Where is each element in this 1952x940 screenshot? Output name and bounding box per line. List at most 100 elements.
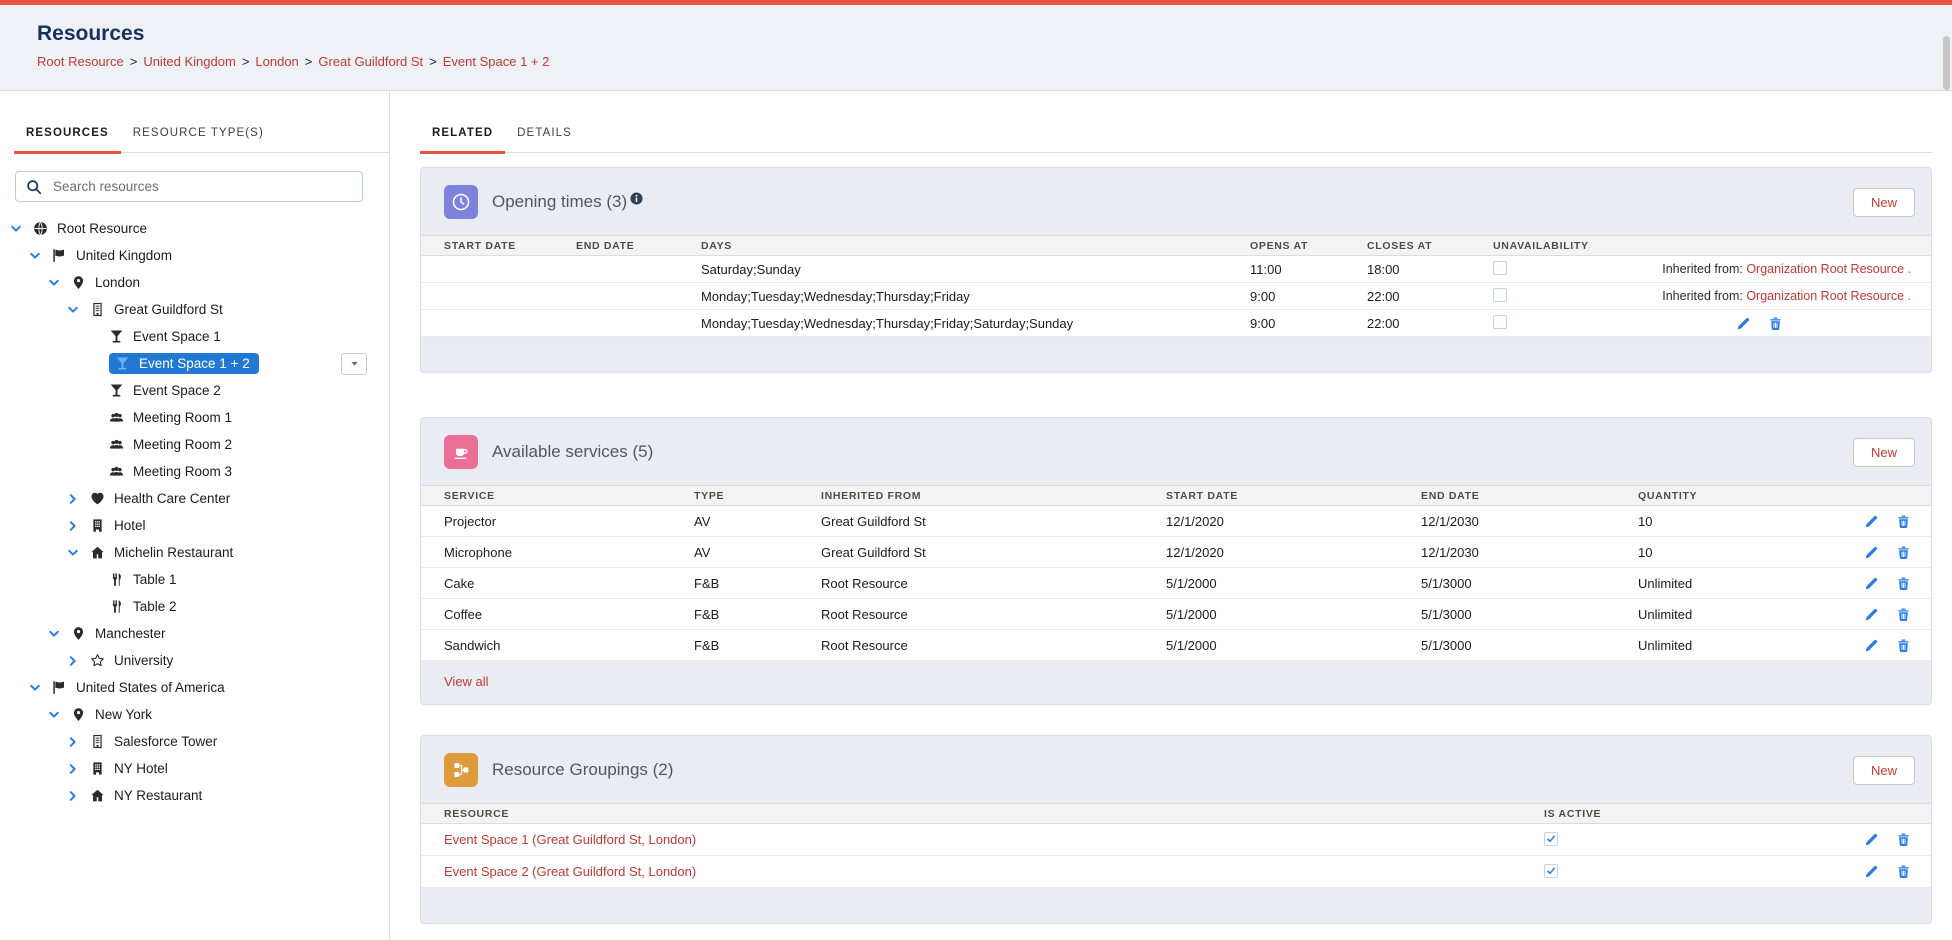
breadcrumb-link-event-space-1-2[interactable]: Event Space 1 + 2 — [443, 54, 550, 69]
tree-item-great-guildford-st[interactable]: Great Guildford St — [0, 296, 389, 323]
people-icon — [109, 464, 126, 479]
chevron-right-icon[interactable] — [67, 736, 90, 748]
delete-button[interactable] — [1768, 316, 1783, 331]
tree-item-meeting-room-2[interactable]: Meeting Room 2 — [0, 431, 389, 458]
chevron-down-icon[interactable] — [67, 547, 90, 559]
view-all-link[interactable]: View all — [444, 674, 489, 689]
search-box — [15, 171, 363, 202]
resource-link[interactable]: Event Space 1 (Great Guildford St, Londo… — [444, 832, 696, 847]
column-header-service: SERVICE — [444, 490, 694, 502]
tree-item-event-space-1[interactable]: Event Space 1 — [0, 323, 389, 350]
breadcrumb-link-root-resource[interactable]: Root Resource — [37, 54, 124, 69]
delete-button[interactable] — [1896, 514, 1911, 529]
tree-item-ny-restaurant[interactable]: NY Restaurant — [0, 782, 389, 809]
tree-item-meeting-room-1[interactable]: Meeting Room 1 — [0, 404, 389, 431]
inherited-note-prefix: Inherited from: — [1662, 289, 1746, 303]
row-actions — [1821, 864, 1911, 879]
edit-button[interactable] — [1864, 832, 1879, 847]
clock-icon — [444, 185, 478, 219]
breadcrumb-link-great-guildford-st[interactable]: Great Guildford St — [318, 54, 423, 69]
column-header-start-date: START DATE — [444, 240, 576, 252]
new-button[interactable]: New — [1853, 438, 1915, 467]
card-title: Resource Groupings (2) — [492, 760, 673, 780]
tree-item-event-space-2[interactable]: Event Space 2 — [0, 377, 389, 404]
tree-item-health-care-center[interactable]: Health Care Center — [0, 485, 389, 512]
edit-button[interactable] — [1864, 607, 1879, 622]
tree-item-ny-hotel[interactable]: NY Hotel — [0, 755, 389, 782]
tab-related[interactable]: RELATED — [420, 127, 505, 152]
card-title: Opening times (3) — [492, 192, 627, 212]
tree-item-menu-button[interactable] — [341, 353, 367, 375]
tree-item-root-resource[interactable]: Root Resource — [0, 215, 389, 242]
inherited-note: Inherited from: Organization Root Resour… — [1662, 289, 1911, 303]
vertical-scrollbar-thumb[interactable] — [1943, 36, 1950, 90]
edit-button[interactable] — [1864, 864, 1879, 879]
edit-button[interactable] — [1864, 545, 1879, 560]
tree-item-meeting-room-3[interactable]: Meeting Room 3 — [0, 458, 389, 485]
start-date-cell: 12/1/2020 — [1166, 514, 1421, 529]
checkbox-unchecked[interactable] — [1493, 315, 1507, 329]
tab-details[interactable]: DETAILS — [505, 127, 584, 152]
opening-times-table: START DATEEND DATEDAYSOPENS ATCLOSES ATU… — [421, 235, 1931, 337]
edit-button[interactable] — [1864, 514, 1879, 529]
flag-icon — [52, 680, 69, 695]
column-header-days: DAYS — [701, 240, 1250, 252]
new-button[interactable]: New — [1853, 756, 1915, 785]
tree-item-university[interactable]: University — [0, 647, 389, 674]
checkbox-checked[interactable] — [1544, 832, 1558, 846]
new-button[interactable]: New — [1853, 188, 1915, 217]
delete-button[interactable] — [1896, 864, 1911, 879]
checkbox-checked[interactable] — [1544, 864, 1558, 878]
opens-at-cell: 9:00 — [1250, 289, 1367, 304]
tree-item-salesforce-tower[interactable]: Salesforce Tower — [0, 728, 389, 755]
delete-button[interactable] — [1896, 638, 1911, 653]
edit-button[interactable] — [1864, 576, 1879, 591]
chevron-down-icon[interactable] — [10, 223, 33, 235]
tree-item-table-2[interactable]: Table 2 — [0, 593, 389, 620]
chevron-right-icon[interactable] — [67, 790, 90, 802]
chevron-down-icon[interactable] — [29, 250, 52, 262]
checkbox-unchecked[interactable] — [1493, 288, 1507, 302]
table-row: Saturday;Sunday11:0018:00Inherited from:… — [421, 256, 1931, 283]
search-input[interactable] — [51, 178, 352, 195]
chevron-right-icon[interactable] — [67, 763, 90, 775]
breadcrumb-link-london[interactable]: London — [255, 54, 298, 69]
delete-button[interactable] — [1896, 607, 1911, 622]
tree-item-manchester[interactable]: Manchester — [0, 620, 389, 647]
delete-button[interactable] — [1896, 545, 1911, 560]
chevron-down-icon[interactable] — [48, 628, 71, 640]
chevron-down-icon[interactable] — [67, 304, 90, 316]
tree-item-united-kingdom[interactable]: United Kingdom — [0, 242, 389, 269]
tree-item-event-space-1-2[interactable]: Event Space 1 + 2 — [0, 350, 389, 377]
inherited-from-cell: Root Resource — [821, 638, 1166, 653]
chevron-down-icon[interactable] — [48, 277, 71, 289]
chevron-down-icon[interactable] — [29, 682, 52, 694]
type-cell: F&B — [694, 607, 821, 622]
tree-item-label: Great Guildford St — [114, 302, 223, 317]
checkbox-unchecked[interactable] — [1493, 261, 1507, 275]
tree-item-hotel[interactable]: Hotel — [0, 512, 389, 539]
breadcrumb-link-united-kingdom[interactable]: United Kingdom — [143, 54, 236, 69]
tab-resources[interactable]: RESOURCES — [14, 127, 121, 152]
inherited-note-link[interactable]: Organization Root Resource . — [1746, 262, 1911, 276]
delete-button[interactable] — [1896, 576, 1911, 591]
edit-button[interactable] — [1736, 316, 1751, 331]
resource-groupings-header: Resource Groupings (2) New — [421, 736, 1931, 803]
chevron-right-icon[interactable] — [67, 493, 90, 505]
chevron-right-icon[interactable] — [67, 655, 90, 667]
tree-item-london[interactable]: London — [0, 269, 389, 296]
resource-link[interactable]: Event Space 2 (Great Guildford St, Londo… — [444, 864, 696, 879]
info-icon[interactable] — [630, 192, 643, 205]
tree-item-michelin-restaurant[interactable]: Michelin Restaurant — [0, 539, 389, 566]
chevron-down-icon[interactable] — [48, 709, 71, 721]
tree-item-label: Salesforce Tower — [114, 734, 217, 749]
tree-item-new-york[interactable]: New York — [0, 701, 389, 728]
delete-button[interactable] — [1896, 832, 1911, 847]
edit-button[interactable] — [1864, 638, 1879, 653]
inherited-note-link[interactable]: Organization Root Resource . — [1746, 289, 1911, 303]
tree-item-table-1[interactable]: Table 1 — [0, 566, 389, 593]
tab-resource-type-s[interactable]: RESOURCE TYPE(S) — [121, 127, 276, 152]
service-cell: Coffee — [444, 607, 694, 622]
tree-item-united-states-of-america[interactable]: United States of America — [0, 674, 389, 701]
chevron-right-icon[interactable] — [67, 520, 90, 532]
